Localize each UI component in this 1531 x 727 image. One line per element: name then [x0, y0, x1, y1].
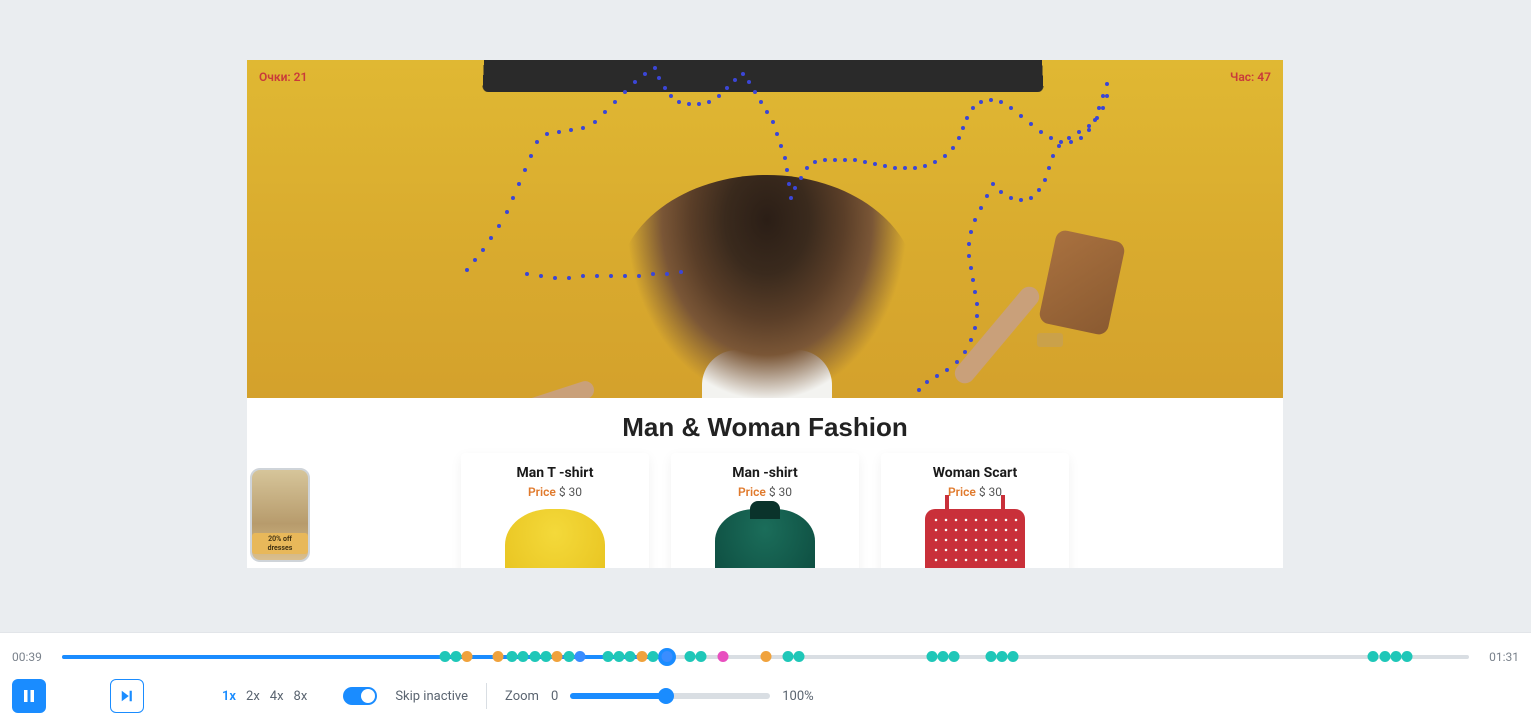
hero-banner: Очки: 21 Час: 47 — [247, 60, 1283, 398]
hero-figure — [397, 175, 1137, 398]
speed-selector: 1x 2x 4x 8x — [222, 689, 307, 704]
current-time: 00:39 — [12, 650, 48, 664]
product-card[interactable]: Woman Scart Price$ 30 — [881, 453, 1069, 568]
timeline-event[interactable] — [462, 651, 473, 662]
zoom-min: 0 — [551, 689, 558, 704]
timeline-event[interactable] — [574, 651, 585, 662]
product-price: Price$ 30 — [881, 485, 1069, 499]
timeline-event[interactable] — [1008, 651, 1019, 662]
score-label: Очки: 21 — [259, 70, 307, 84]
timeline-event[interactable] — [985, 651, 996, 662]
timeline-event[interactable] — [1402, 651, 1413, 662]
top-nav-bar — [482, 60, 1043, 92]
time-label: Час: 47 — [1230, 70, 1271, 84]
zoom-max: 100% — [782, 689, 813, 704]
timeline-event[interactable] — [1390, 651, 1401, 662]
mini-badge: 20% off dresses — [252, 533, 308, 554]
product-name: Man T -shirt — [461, 465, 649, 481]
timeline-event[interactable] — [493, 651, 504, 662]
timeline-event[interactable] — [684, 651, 695, 662]
timeline-event[interactable] — [937, 651, 948, 662]
player-controls: 00:39 01:31 1x 2x 4x 8x Skip inactive Zoom … — [0, 632, 1531, 727]
timeline-event[interactable] — [636, 651, 647, 662]
pause-button[interactable] — [12, 679, 46, 713]
timeline-event[interactable] — [1368, 651, 1379, 662]
product-name: Man -shirt — [671, 465, 859, 481]
product-card[interactable]: Man -shirt Price$ 30 — [671, 453, 859, 568]
speed-option[interactable]: 2x — [246, 689, 260, 704]
timeline-event[interactable] — [625, 651, 636, 662]
timeline-event[interactable] — [541, 651, 552, 662]
timeline-event[interactable] — [507, 651, 518, 662]
total-time: 01:31 — [1483, 650, 1519, 664]
timeline-event[interactable] — [718, 651, 729, 662]
timeline-event[interactable] — [794, 651, 805, 662]
timeline-event[interactable] — [695, 651, 706, 662]
step-forward-button[interactable] — [110, 679, 144, 713]
timeline-event[interactable] — [450, 651, 461, 662]
speed-option[interactable]: 4x — [270, 689, 284, 704]
skip-inactive-toggle[interactable] — [343, 687, 377, 705]
timeline-event[interactable] — [552, 651, 563, 662]
speed-option[interactable]: 8x — [294, 689, 308, 704]
timeline[interactable] — [62, 653, 1469, 661]
zoom-knob[interactable] — [658, 688, 674, 704]
timeline-event[interactable] — [1379, 651, 1390, 662]
skip-inactive-label: Skip inactive — [395, 689, 468, 704]
product-image — [505, 509, 605, 568]
product-price: Price$ 30 — [461, 485, 649, 499]
section-title: Man & Woman Fashion — [247, 398, 1283, 453]
timeline-event[interactable] — [949, 651, 960, 662]
timeline-event[interactable] — [760, 651, 771, 662]
timeline-event[interactable] — [996, 651, 1007, 662]
product-row: Man T -shirt Price$ 30 Man -shirt Price$… — [247, 453, 1283, 568]
timeline-event[interactable] — [614, 651, 625, 662]
pause-icon — [21, 688, 37, 704]
timeline-event[interactable] — [602, 651, 613, 662]
timeline-event[interactable] — [439, 651, 450, 662]
zoom-label: Zoom — [505, 689, 539, 704]
mini-preview[interactable]: 20% off dresses — [250, 468, 310, 562]
timeline-event[interactable] — [647, 651, 658, 662]
recording-viewport: Очки: 21 Час: 47 — [247, 60, 1283, 568]
timeline-event[interactable] — [783, 651, 794, 662]
zoom-slider[interactable] — [570, 693, 770, 699]
timeline-event[interactable] — [529, 651, 540, 662]
step-forward-icon — [120, 689, 134, 703]
zoom-control: Zoom 0 100% — [505, 689, 814, 704]
product-name: Woman Scart — [881, 465, 1069, 481]
product-card[interactable]: Man T -shirt Price$ 30 — [461, 453, 649, 568]
speed-option[interactable]: 1x — [222, 689, 236, 704]
product-image — [715, 509, 815, 568]
product-price: Price$ 30 — [671, 485, 859, 499]
timeline-event[interactable] — [662, 651, 673, 662]
timeline-event[interactable] — [518, 651, 529, 662]
timeline-event[interactable] — [563, 651, 574, 662]
timeline-event[interactable] — [926, 651, 937, 662]
product-image — [925, 509, 1025, 568]
divider — [486, 683, 487, 709]
